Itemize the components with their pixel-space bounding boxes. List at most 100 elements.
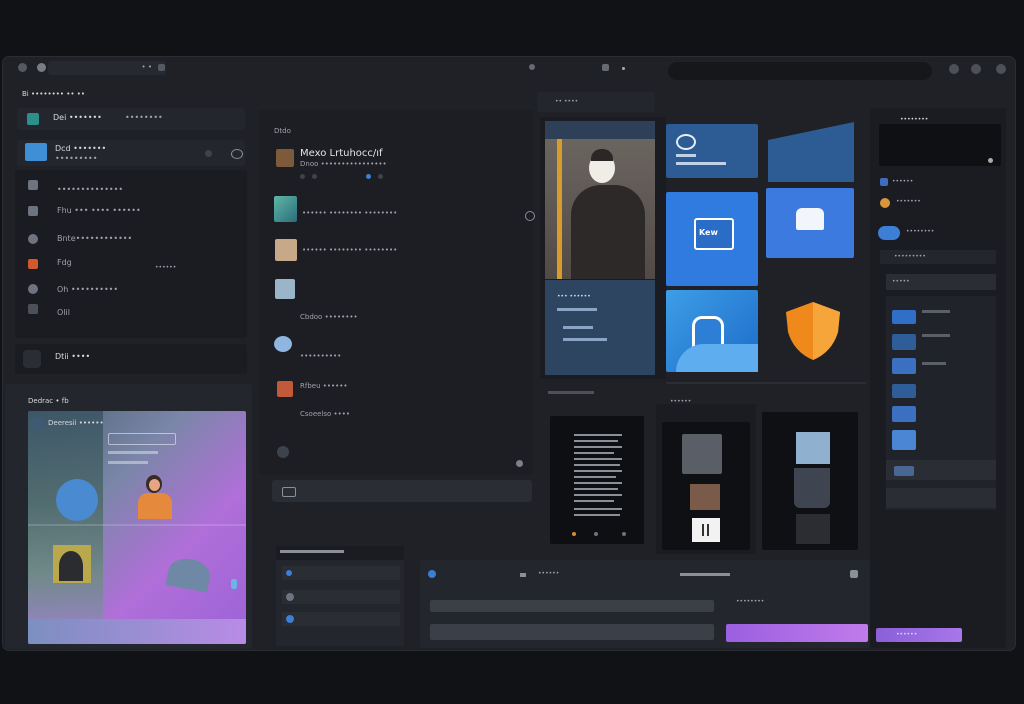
preview-item: Deeresii ••••••	[48, 419, 104, 427]
document-preview[interactable]	[550, 416, 644, 544]
mini-panel	[276, 546, 404, 646]
more-icon[interactable]	[525, 211, 535, 221]
feed-thumb[interactable]	[275, 279, 295, 299]
tile-lock[interactable]	[666, 290, 758, 372]
close-icon[interactable]	[850, 570, 858, 578]
search-input[interactable]	[668, 62, 932, 80]
list-thumb[interactable]	[892, 358, 916, 374]
attach-icon[interactable]	[282, 487, 296, 497]
card-image[interactable]	[692, 518, 720, 542]
address-text: • •	[141, 63, 152, 71]
card-image[interactable]	[796, 432, 830, 464]
card-image[interactable]	[796, 514, 830, 544]
portrait-image[interactable]	[545, 139, 655, 279]
avatar	[27, 113, 39, 125]
list-item-sub: •••••••••	[55, 154, 98, 163]
list-item-title[interactable]: Bnte••••••••••••	[57, 234, 132, 243]
chat-icon	[23, 350, 41, 368]
card-image[interactable]	[690, 484, 720, 510]
list-item-active[interactable]: Dei ••••••• ••••••••	[17, 108, 245, 130]
mini-row[interactable]	[282, 566, 400, 580]
preview-line	[108, 451, 158, 454]
card-image[interactable]	[794, 468, 830, 508]
list-item-title[interactable]: Fdg	[57, 258, 72, 267]
footer-row[interactable]: Dtii ••••	[15, 344, 247, 374]
right-item[interactable]: ••••••	[892, 178, 913, 185]
eye-icon[interactable]	[231, 149, 243, 159]
card-label: ••••••	[670, 398, 692, 405]
right-tab[interactable]: •••••	[886, 274, 996, 290]
gallery-tab[interactable]: •• ••••	[537, 92, 655, 112]
preview-card	[53, 545, 91, 583]
card-column	[762, 412, 858, 550]
help-icon[interactable]	[971, 64, 981, 74]
track-bar[interactable]	[430, 600, 714, 612]
player-title: ••••••	[538, 570, 560, 577]
mute-icon[interactable]	[205, 150, 212, 157]
right-preview[interactable]	[879, 124, 1001, 166]
feed-avatar	[277, 446, 289, 458]
extension-icon[interactable]	[158, 64, 165, 71]
player-panel: •••••• ••••••••	[420, 560, 870, 648]
post-title[interactable]: Mexo Lrtuhocc/ıf	[300, 148, 383, 159]
alert-icon	[28, 259, 38, 269]
gallery-strip	[544, 386, 650, 402]
list-thumb[interactable]	[892, 406, 916, 422]
right-sidebar-header: ••••••••	[900, 116, 929, 123]
feed-row-text: •••••• •••••••• ••••••••	[302, 246, 398, 254]
feed-row-text: Csoeelso ••••	[300, 410, 351, 418]
list-item-sub: ••••••	[155, 264, 177, 271]
tile-app[interactable]: Kew	[666, 192, 758, 286]
app-icon: Kew	[694, 218, 734, 250]
list-item-title[interactable]: Olil	[57, 308, 70, 317]
list-item-title[interactable]: Fhu ••• •••• ••••••	[57, 206, 141, 215]
scroll-dot[interactable]	[516, 460, 523, 467]
list-thumb[interactable]	[892, 310, 916, 324]
list-thumb[interactable]	[892, 334, 916, 350]
card-image[interactable]	[682, 434, 722, 474]
list-item-sub: ••••••••	[125, 113, 163, 122]
list-item-title[interactable]: ••••••••••••••	[57, 185, 123, 194]
gallery-card[interactable]: ••• ••••••	[545, 280, 655, 375]
tile-label: Kew	[699, 228, 718, 237]
post-meta	[300, 174, 400, 180]
feed-row-text: Rfbeu ••••••	[300, 382, 348, 390]
refresh-icon[interactable]	[529, 64, 535, 70]
track-bar[interactable]	[430, 624, 714, 640]
feed-thumb[interactable]	[275, 239, 297, 261]
gallery-card-header	[545, 121, 655, 139]
mini-row[interactable]	[282, 612, 400, 626]
list-thumb[interactable]	[892, 384, 916, 398]
mini-row[interactable]	[282, 590, 400, 604]
right-item[interactable]: ••••••••	[906, 228, 934, 235]
back-icon[interactable]	[37, 63, 46, 72]
composer-input[interactable]	[272, 480, 532, 502]
right-action-button[interactable]: ••••••	[876, 628, 962, 642]
tile-chat[interactable]	[666, 124, 758, 178]
play-icon[interactable]	[428, 570, 436, 578]
gallery-card-title: ••• ••••••	[557, 293, 591, 300]
thumbnail	[25, 143, 47, 161]
list-item[interactable]: Dcd ••••••• •••••••••	[17, 140, 245, 166]
address-bar[interactable]: • •	[48, 61, 166, 75]
notification-icon[interactable]	[949, 64, 959, 74]
preview-image[interactable]: Deeresii ••••••	[28, 411, 246, 644]
feed-thumb[interactable]	[277, 381, 293, 397]
profile-icon[interactable]	[996, 64, 1006, 74]
gallery-header: •• ••••	[555, 98, 579, 105]
tile-home[interactable]	[766, 188, 854, 258]
list-item-title[interactable]: Oh ••••••••••	[57, 285, 118, 294]
right-item[interactable]: •••••••	[896, 198, 921, 205]
user-icon	[28, 234, 38, 244]
settings-icon[interactable]	[602, 64, 609, 71]
globe-icon	[56, 479, 98, 521]
prev-icon[interactable]	[520, 573, 526, 577]
toggle-icon[interactable]	[878, 226, 900, 240]
list-row[interactable]	[886, 488, 996, 508]
footer-title: Dtii ••••	[55, 352, 91, 361]
list-thumb[interactable]	[892, 430, 916, 450]
feed-row-text: Cbdoo ••••••••	[300, 313, 358, 321]
section-title: Bi •••••••• •• ••	[22, 90, 85, 98]
feed-thumb[interactable]	[274, 196, 297, 222]
progress-fill[interactable]	[726, 624, 868, 642]
